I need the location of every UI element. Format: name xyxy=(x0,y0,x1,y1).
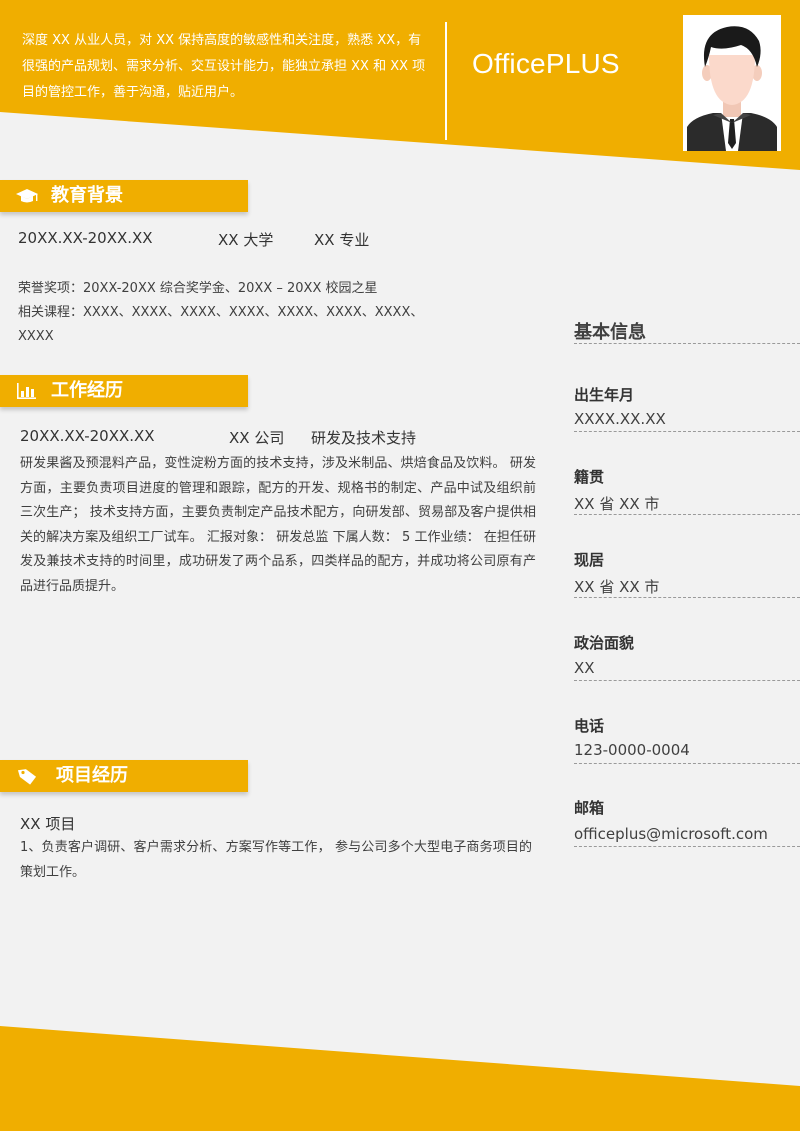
political-status-label: 政治面貌 xyxy=(574,634,635,652)
work-date: 20XX.XX-20XX.XX xyxy=(20,427,155,445)
divider xyxy=(574,431,800,432)
birth-label: 出生年月 xyxy=(574,386,635,404)
bar-chart-icon xyxy=(17,383,36,399)
phone-value: 123-0000-0004 xyxy=(574,741,690,759)
residence-value: XX 省 XX 市 xyxy=(574,578,660,596)
project-description: 1、负责客户调研、客户需求分析、方案写作等工作， 参与公司多个大型电子商务项目的… xyxy=(20,840,532,880)
education-courses-cont: XXXX xyxy=(18,329,54,344)
projects-section-header: 项目经历 xyxy=(0,760,248,792)
work-company: XX 公司 xyxy=(229,429,285,447)
birth-value: XXXX.XX.XX xyxy=(574,410,666,428)
political-status-value: XX xyxy=(574,659,595,677)
avatar xyxy=(683,15,781,151)
project-name: XX 项目 xyxy=(20,815,76,833)
education-title: 教育背景 xyxy=(51,185,123,206)
intro-text: 深度 XX 从业人员，对 XX 保持高度的敏感性和关注度，熟悉 XX，有很强的产… xyxy=(22,33,426,100)
graduation-cap-icon xyxy=(16,189,38,203)
divider xyxy=(574,680,800,681)
brand-name: OfficePLUS xyxy=(472,48,620,79)
phone-label: 电话 xyxy=(574,717,605,735)
email-value: officeplus@microsoft.com xyxy=(574,825,768,843)
projects-title: 项目经历 xyxy=(56,765,128,786)
work-title: 工作经历 xyxy=(51,380,123,401)
education-school: XX 大学 xyxy=(218,231,274,249)
education-honors: 荣誉奖项：20XX-20XX 综合奖学金、20XX – 20XX 校园之星 xyxy=(18,281,378,296)
divider xyxy=(574,597,800,598)
divider xyxy=(574,763,800,764)
work-position: 研发及技术支持 xyxy=(311,429,417,447)
education-major: XX 专业 xyxy=(314,231,370,249)
divider xyxy=(574,846,800,847)
header-divider xyxy=(445,22,447,140)
email-label: 邮箱 xyxy=(574,799,605,817)
divider xyxy=(574,514,800,515)
education-courses: 相关课程：XXXX、XXXX、XXXX、XXXX、XXXX、XXXX、XXXX、 xyxy=(18,305,424,320)
work-section-header: 工作经历 xyxy=(0,375,248,407)
hometown-value: XX 省 XX 市 xyxy=(574,495,660,513)
education-date: 20XX.XX-20XX.XX xyxy=(18,229,153,247)
education-section-header: 教育背景 xyxy=(0,180,248,212)
tag-icon xyxy=(17,769,37,785)
hometown-label: 籍贯 xyxy=(574,468,605,486)
divider xyxy=(574,343,800,344)
footer-banner xyxy=(0,1026,800,1131)
work-description: 研发果酱及预混料产品，变性淀粉方面的技术支持，涉及米制品、烘焙食品及饮料。 研发… xyxy=(20,456,536,594)
residence-label: 现居 xyxy=(574,551,605,569)
basic-info-title: 基本信息 xyxy=(574,322,646,343)
